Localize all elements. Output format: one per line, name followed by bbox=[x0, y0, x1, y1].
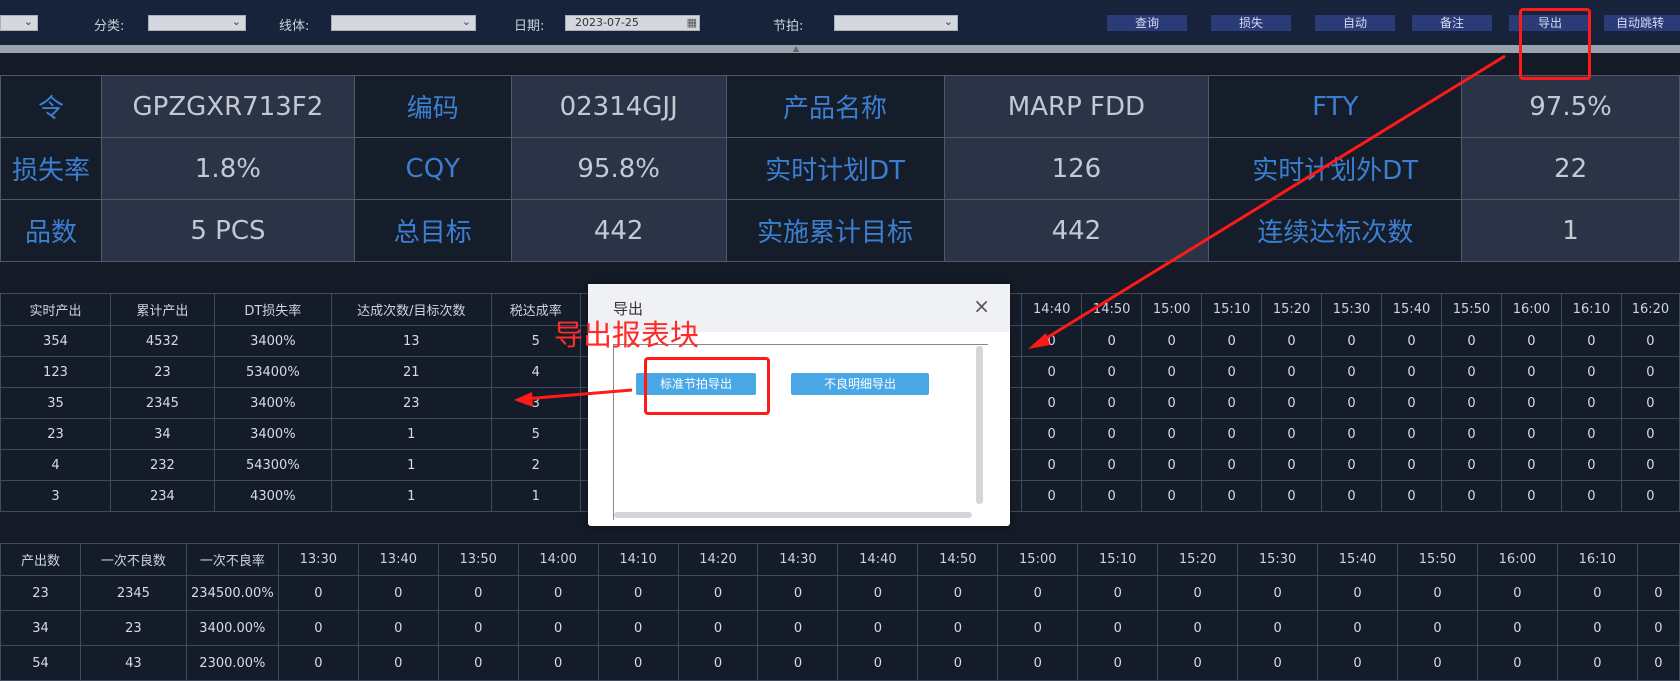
arrow-line-block bbox=[523, 388, 633, 401]
arrow-head-block bbox=[514, 392, 533, 407]
arrow-line-export bbox=[1039, 54, 1506, 344]
annotation-arrows bbox=[514, 54, 1506, 407]
arrow-head-export bbox=[1028, 333, 1050, 349]
